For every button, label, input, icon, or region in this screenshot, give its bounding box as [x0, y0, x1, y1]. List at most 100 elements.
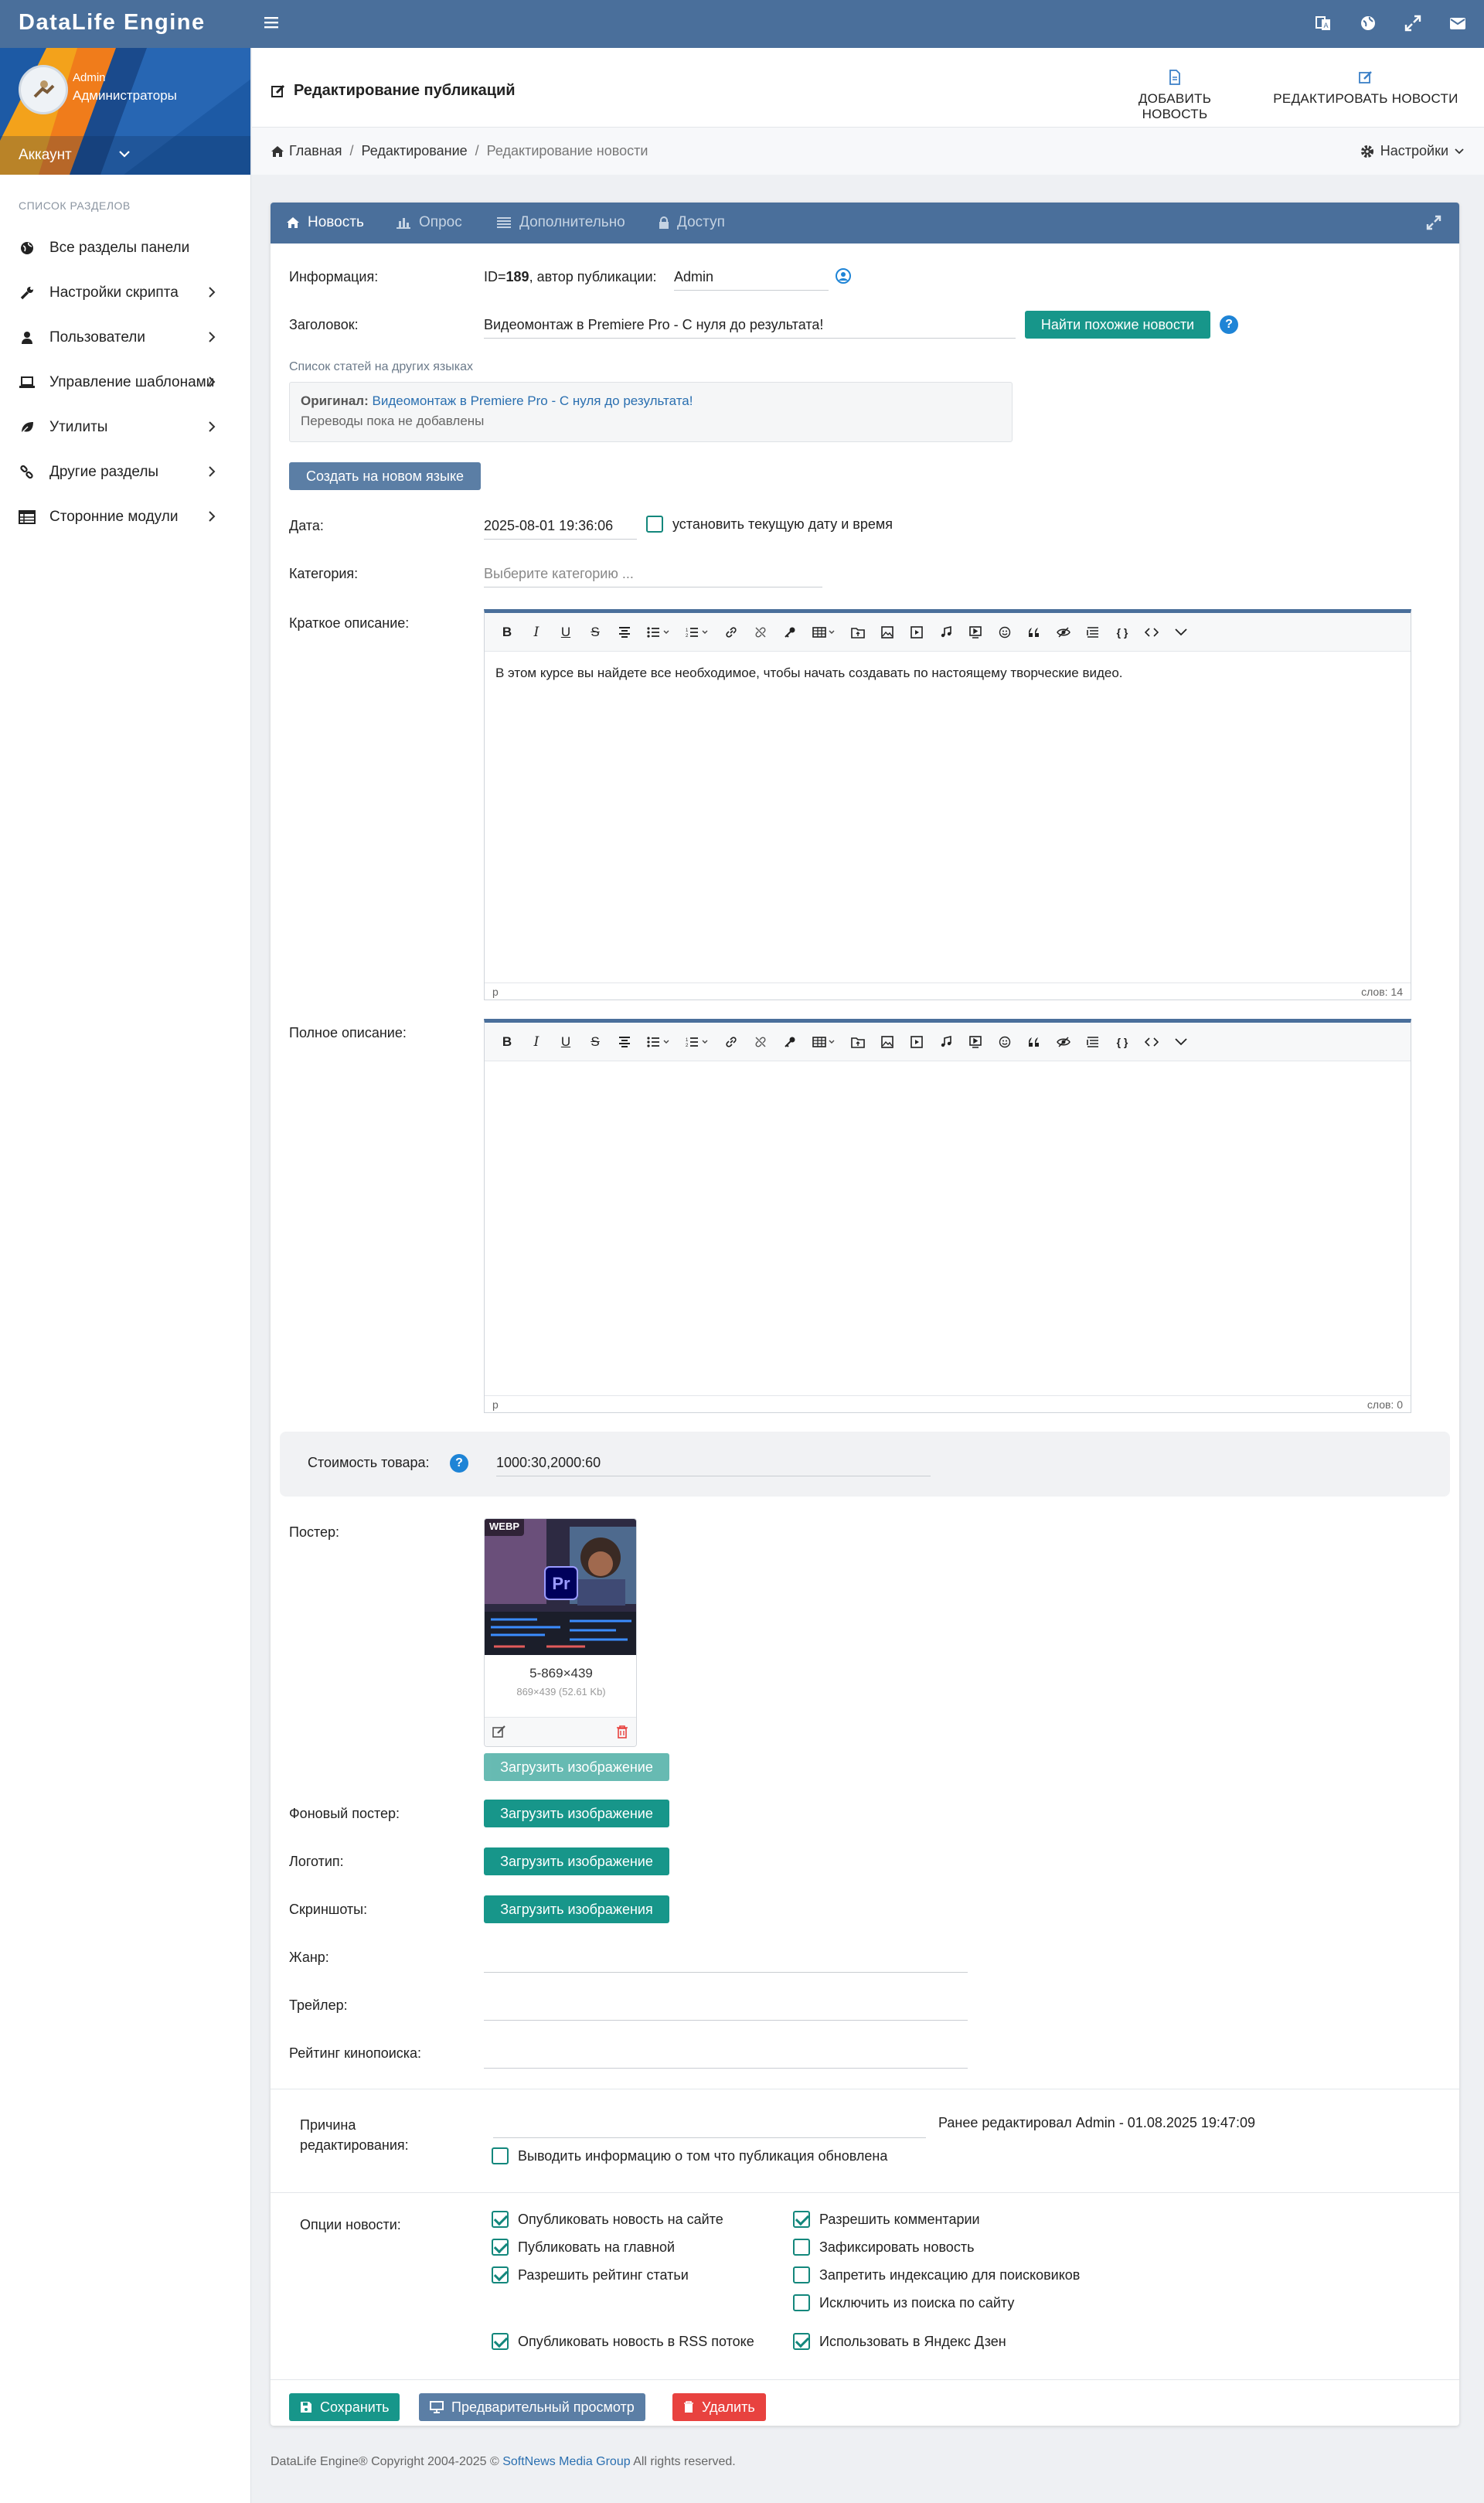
trailer-input[interactable] [484, 1997, 968, 2021]
code-braces-icon[interactable]: { } [1108, 618, 1137, 646]
folder-upload-icon[interactable] [843, 618, 873, 646]
italic-icon[interactable]: I [522, 618, 551, 646]
checkbox[interactable] [492, 2239, 509, 2256]
key-icon[interactable] [775, 618, 805, 646]
image-icon[interactable] [873, 1028, 902, 1056]
unlink-icon[interactable] [746, 1028, 775, 1056]
full-desc-editor[interactable]: B I U S 12 { } p слов: 0 [484, 1019, 1411, 1413]
bullet-list-icon[interactable] [639, 618, 678, 646]
category-select[interactable]: Выберите категорию ... [484, 566, 822, 587]
help-icon[interactable]: ? [450, 1454, 468, 1473]
create-lang-button[interactable]: Создать на новом языке [289, 462, 481, 490]
align-center-icon[interactable] [610, 1028, 639, 1056]
upload-logo-button[interactable]: Загрузить изображение [484, 1847, 669, 1875]
user-circle-icon[interactable] [835, 267, 852, 284]
upload-poster-button[interactable]: Загрузить изображение [484, 1753, 669, 1781]
bold-icon[interactable]: B [492, 1028, 522, 1056]
tab-poll[interactable]: Опрос [396, 214, 462, 231]
folder-upload-icon[interactable] [843, 1028, 873, 1056]
reason-input[interactable] [493, 2113, 926, 2138]
table-icon[interactable] [805, 1028, 843, 1056]
option-rss[interactable]: Опубликовать новость в RSS потоке [492, 2333, 754, 2350]
short-desc-editor[interactable]: B I U S 12 { } В этом курсе вы найдете в… [484, 609, 1411, 1000]
align-left-icon[interactable] [1078, 618, 1108, 646]
sidebar-item-script-settings[interactable]: Настройки скрипта [0, 271, 251, 315]
checkbox[interactable] [492, 2147, 509, 2164]
italic-icon[interactable]: I [522, 1028, 551, 1056]
rating-input[interactable] [484, 2045, 968, 2069]
option-yandex-zen[interactable]: Использовать в Яндекс Дзен [793, 2333, 1006, 2350]
date-input[interactable]: 2025-08-01 19:36:06 [484, 518, 637, 540]
strikethrough-icon[interactable]: S [580, 618, 610, 646]
language-icon[interactable]: A [1314, 14, 1333, 32]
audio-icon[interactable] [931, 1028, 961, 1056]
more-chevron-icon[interactable] [1166, 618, 1196, 646]
source-code-icon[interactable] [1137, 618, 1166, 646]
edit-news-button[interactable]: РЕДАКТИРОВАТЬ НОВОСТИ [1269, 70, 1462, 107]
checkbox[interactable] [793, 2294, 810, 2311]
image-icon[interactable] [873, 618, 902, 646]
trash-icon[interactable] [616, 1725, 628, 1738]
checkbox[interactable] [492, 2333, 509, 2350]
upload-bg-poster-button[interactable]: Загрузить изображение [484, 1800, 669, 1827]
key-icon[interactable] [775, 1028, 805, 1056]
sidebar-item-users[interactable]: Пользователи [0, 315, 251, 360]
show-updated-checkbox[interactable]: Выводить информацию о том что публикация… [492, 2147, 887, 2164]
checkbox[interactable] [793, 2333, 810, 2350]
underline-icon[interactable]: U [551, 1028, 580, 1056]
footer-company-link[interactable]: SoftNews Media Group [502, 2455, 630, 2468]
option-allow-rating[interactable]: Разрешить рейтинг статьи [492, 2266, 689, 2283]
settings-dropdown[interactable]: Настройки [1360, 143, 1464, 159]
sidebar-item-all-sections[interactable]: Все разделы панели [0, 226, 251, 271]
sidebar-item-utilities[interactable]: Утилиты [0, 405, 251, 450]
expand-icon[interactable] [1425, 214, 1442, 231]
video-icon[interactable] [902, 618, 931, 646]
align-center-icon[interactable] [610, 618, 639, 646]
link-icon[interactable] [716, 618, 746, 646]
hide-icon[interactable] [1049, 1028, 1078, 1056]
quote-icon[interactable] [1019, 1028, 1049, 1056]
media-icon[interactable] [961, 1028, 990, 1056]
emoji-icon[interactable] [990, 1028, 1019, 1056]
fullscreen-icon[interactable] [1404, 14, 1422, 32]
tab-news[interactable]: Новость [286, 214, 364, 231]
price-input[interactable]: 1000:30,2000:60 [496, 1455, 931, 1476]
checkbox[interactable] [492, 2211, 509, 2228]
option-exclude-search[interactable]: Исключить из поиска по сайту [793, 2294, 1014, 2311]
breadcrumb-edit[interactable]: Редактирование [362, 143, 468, 159]
option-allow-comments[interactable]: Разрешить комментарии [793, 2211, 980, 2228]
numbered-list-icon[interactable]: 12 [678, 618, 716, 646]
quote-icon[interactable] [1019, 618, 1049, 646]
set-current-date-checkbox[interactable]: установить текущую дату и время [646, 516, 893, 533]
delete-button[interactable]: Удалить [672, 2393, 766, 2421]
strikethrough-icon[interactable]: S [580, 1028, 610, 1056]
option-publish-site[interactable]: Опубликовать новость на сайте [492, 2211, 723, 2228]
title-input[interactable]: Видеомонтаж в Premiere Pro - С нуля до р… [484, 317, 1016, 339]
find-similar-button[interactable]: Найти похожие новости [1025, 311, 1210, 339]
preview-button[interactable]: Предварительный просмотр [419, 2393, 645, 2421]
avatar[interactable] [19, 65, 68, 114]
numbered-list-icon[interactable]: 12 [678, 1028, 716, 1056]
account-toggle[interactable]: Аккаунт [0, 136, 250, 175]
breadcrumb-home[interactable]: Главная [289, 143, 342, 159]
media-icon[interactable] [961, 618, 990, 646]
mail-icon[interactable] [1448, 14, 1467, 32]
poster-thumbnail[interactable]: Pr [485, 1519, 637, 1655]
hide-icon[interactable] [1049, 618, 1078, 646]
source-code-icon[interactable] [1137, 1028, 1166, 1056]
option-noindex[interactable]: Запретить индексацию для поисковиков [793, 2266, 1080, 2283]
author-field[interactable]: Admin [674, 269, 829, 291]
checkbox[interactable] [646, 516, 663, 533]
link-icon[interactable] [716, 1028, 746, 1056]
sidebar-item-templates[interactable]: Управление шаблонами [0, 360, 251, 405]
save-button[interactable]: Сохранить [289, 2393, 400, 2421]
original-link[interactable]: Видеомонтаж в Premiere Pro - С нуля до р… [373, 393, 693, 408]
unlink-icon[interactable] [746, 618, 775, 646]
upload-screenshots-button[interactable]: Загрузить изображения [484, 1895, 669, 1923]
bold-icon[interactable]: B [492, 618, 522, 646]
tab-additional[interactable]: Дополнительно [496, 214, 625, 231]
option-publish-main[interactable]: Публиковать на главной [492, 2239, 675, 2256]
audio-icon[interactable] [931, 618, 961, 646]
edit-icon[interactable] [492, 1725, 506, 1738]
help-icon[interactable]: ? [1220, 315, 1238, 334]
